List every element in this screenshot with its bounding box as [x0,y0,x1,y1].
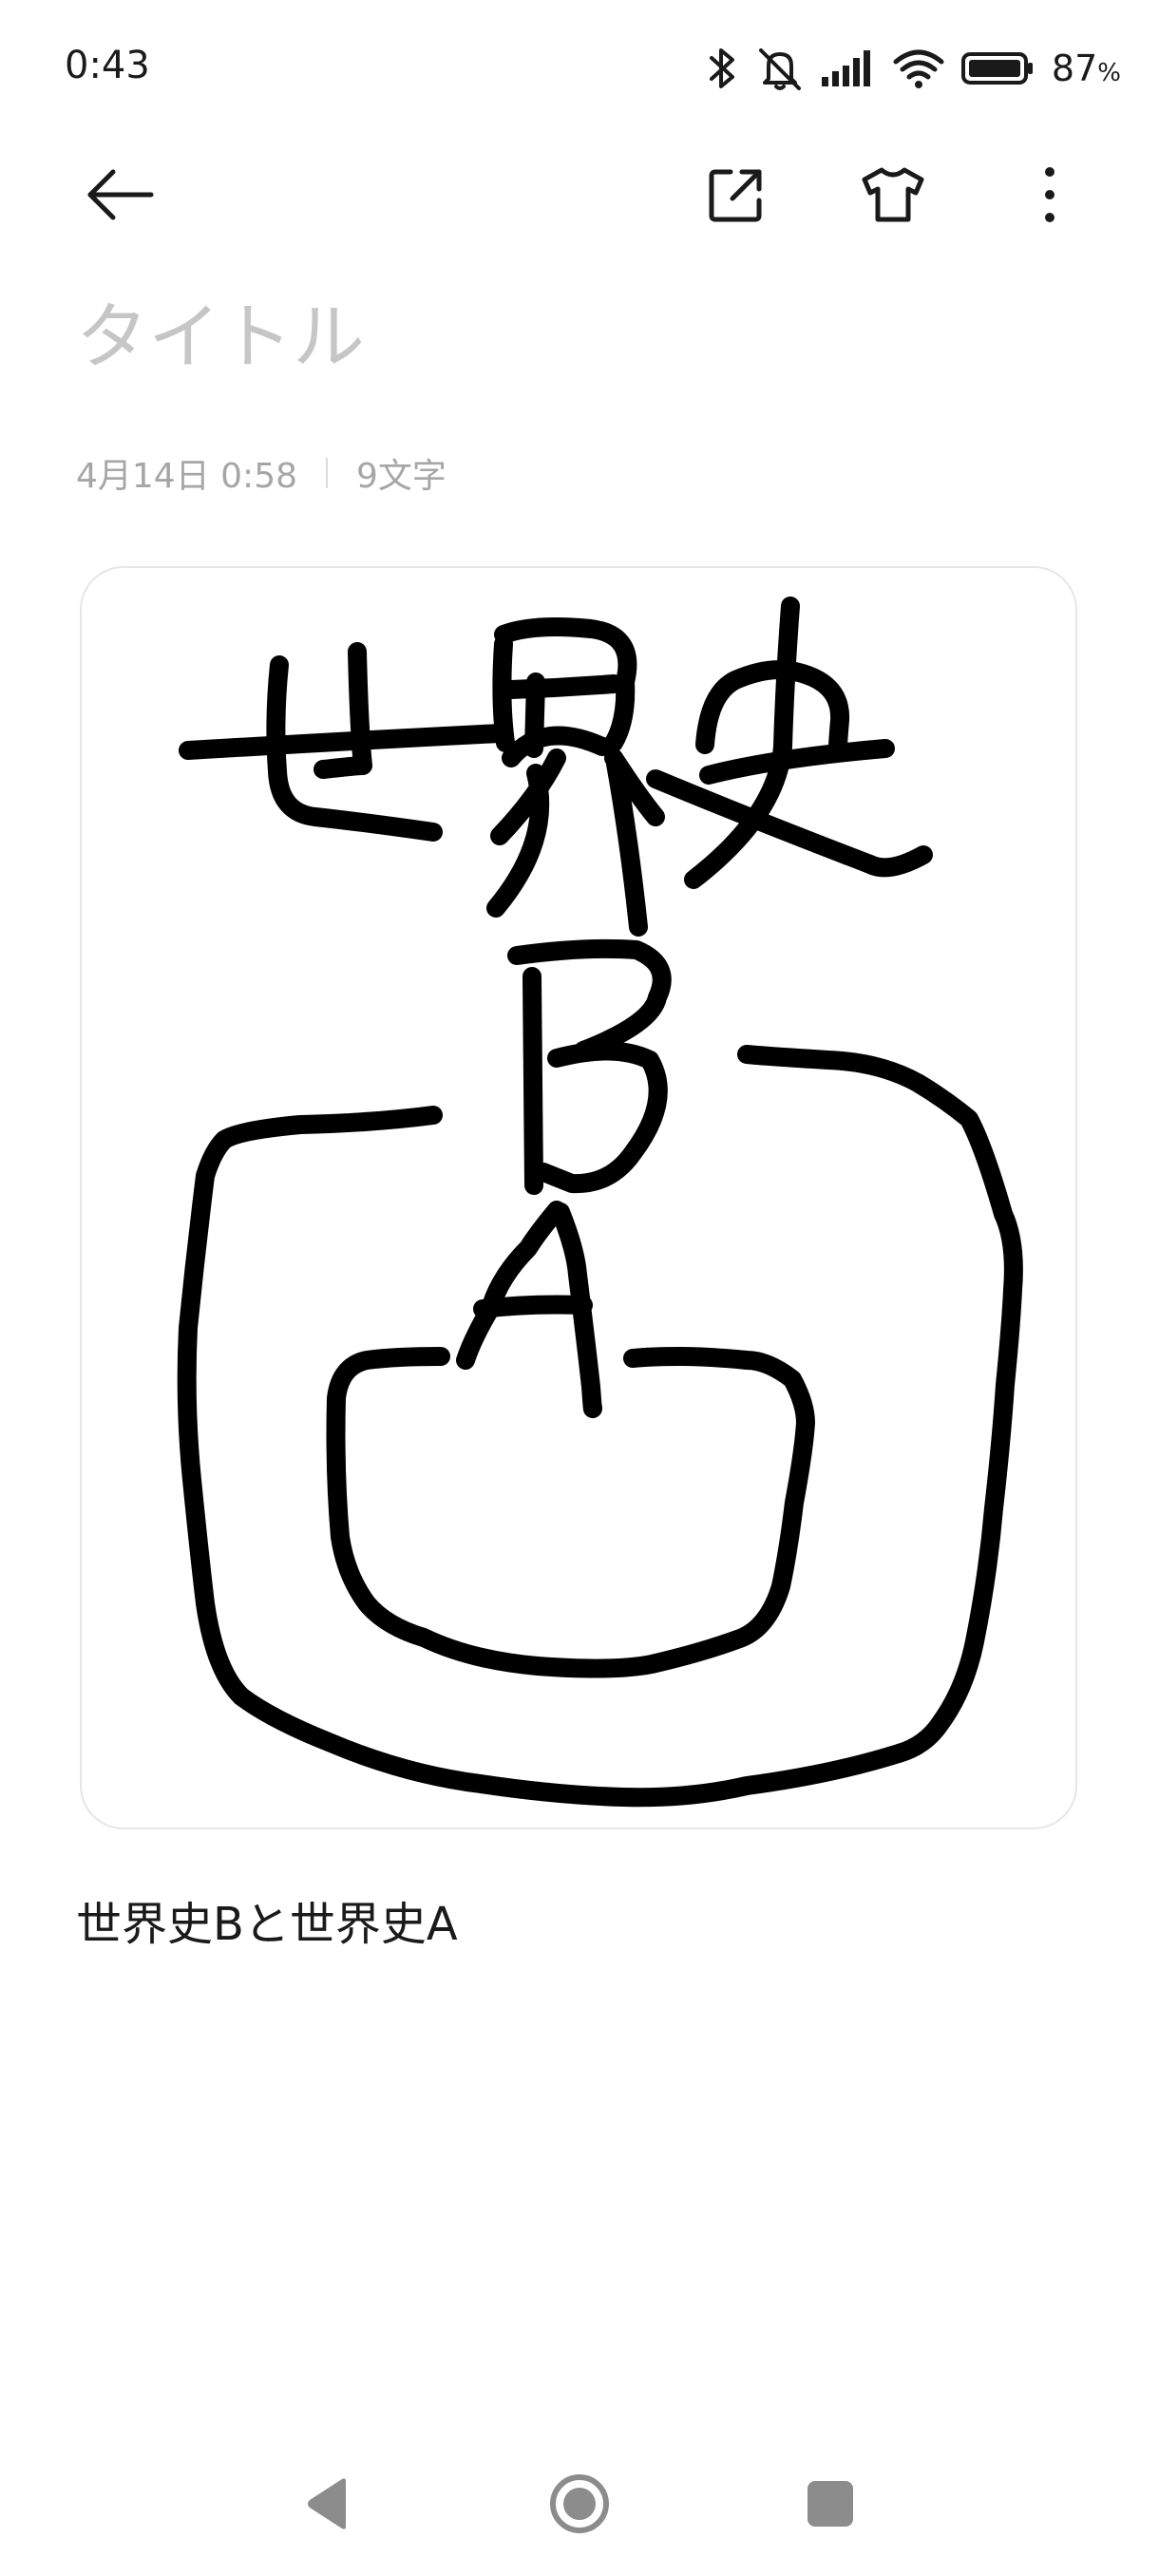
note-title-input[interactable] [76,294,1083,379]
nav-recent-icon [808,2481,853,2527]
theme-shirt-icon [862,167,924,222]
note-char-count: 9文字 [356,457,446,496]
nav-recent-button[interactable] [773,2432,887,2576]
note-meta: 4月14日 0:58 9文字 [76,448,446,498]
status-bar: 0:43 87% [0,0,1159,133]
nav-back-icon [308,2478,346,2529]
back-button[interactable] [68,142,173,247]
status-time: 0:43 [65,44,150,87]
meta-divider [326,458,328,488]
battery-icon [960,52,1033,85]
note-date: 4月14日 0:58 [76,457,297,496]
note-body-text[interactable]: 世界史Bと世界史A [76,1886,458,1953]
handwriting-drawing[interactable] [80,566,1077,1829]
mute-icon [758,48,801,90]
theme-button[interactable] [841,142,945,247]
toolbar [0,142,1159,247]
navigation-bar [0,2432,1159,2576]
bluetooth-icon [709,48,734,88]
more-options-button[interactable] [998,142,1102,247]
more-vert-icon [1045,167,1054,222]
battery-percent: 87% [1051,47,1121,89]
nav-home-button[interactable] [522,2432,636,2576]
wifi-icon [893,49,944,88]
share-button[interactable] [684,142,788,247]
share-icon [709,169,762,222]
back-arrow-icon [87,169,154,220]
status-icons: 87% [706,38,1121,99]
handwriting-sketch-icon [177,597,1023,1808]
signal-icon [821,50,870,86]
nav-home-icon [550,2474,609,2533]
nav-back-button[interactable] [272,2432,386,2576]
